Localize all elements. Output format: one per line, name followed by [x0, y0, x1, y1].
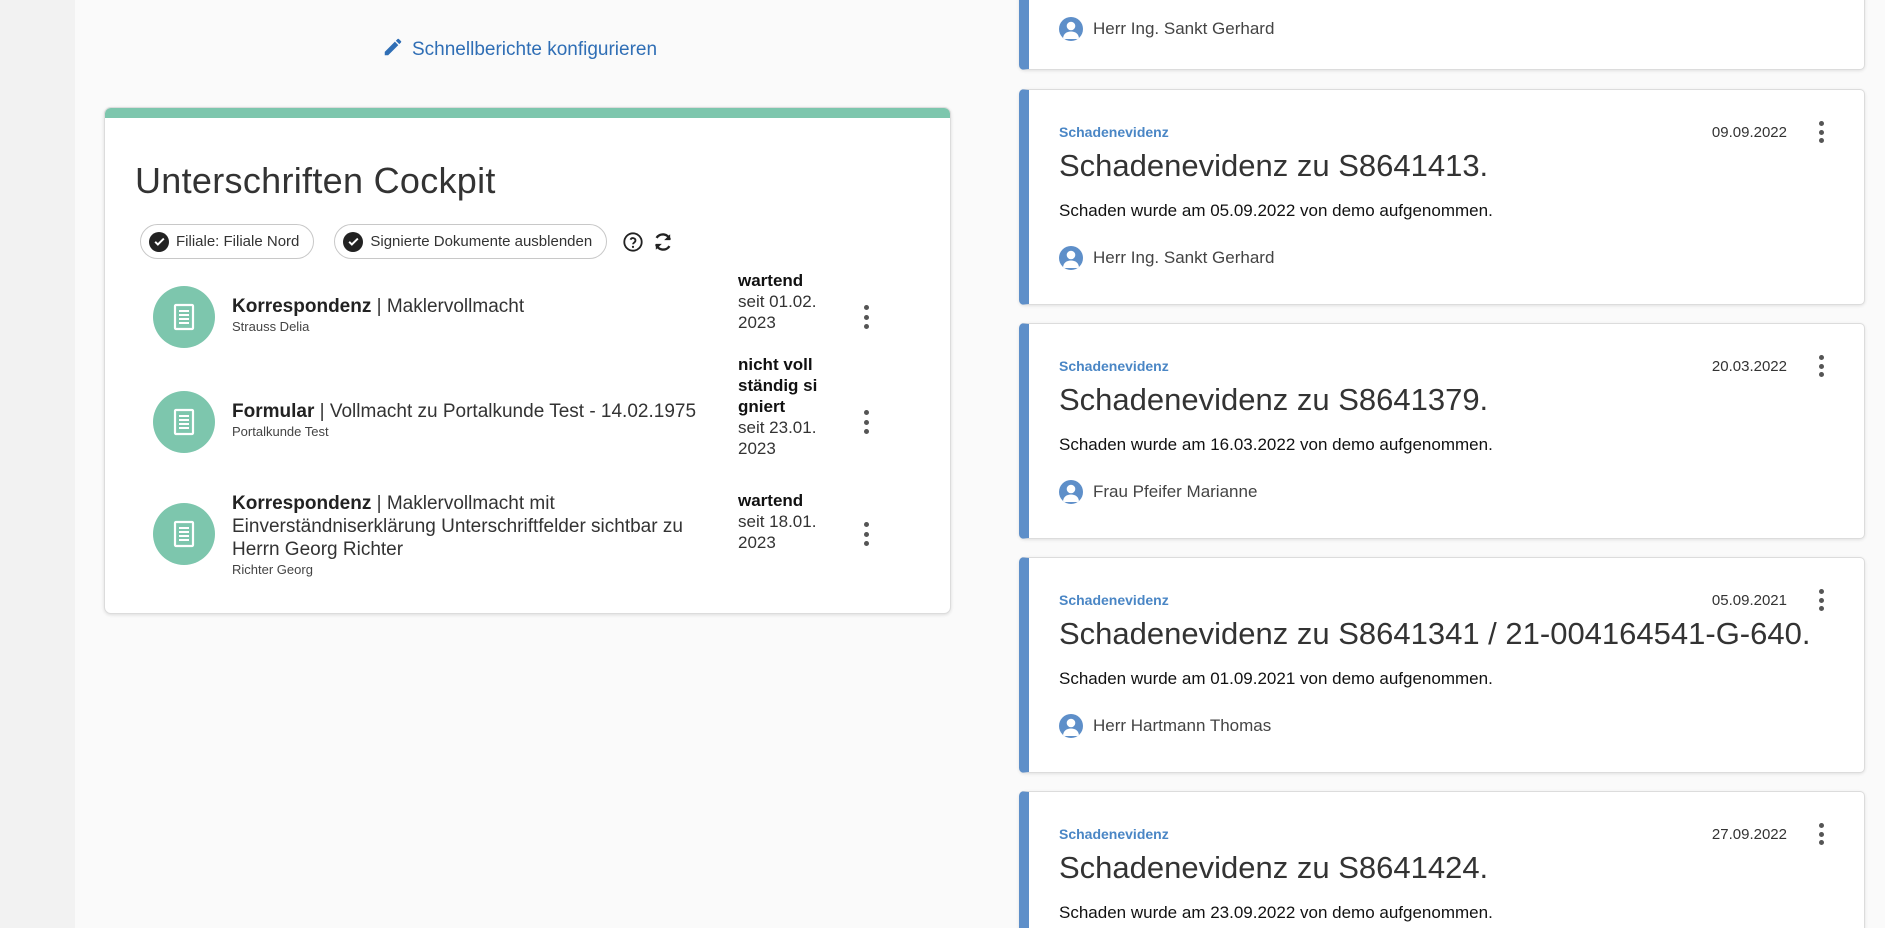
- document-icon: [153, 286, 215, 348]
- document-person: Richter Georg: [232, 562, 313, 577]
- person-icon: [1059, 246, 1083, 270]
- check-circle-icon: [149, 231, 169, 252]
- more-vert-icon: [1818, 589, 1824, 594]
- document-title: Korrespondenz | Maklervollmacht: [232, 296, 525, 317]
- card-more-button[interactable]: [1812, 820, 1830, 848]
- card-date: 09.09.2022: [1711, 124, 1787, 141]
- more-vert-icon: [863, 305, 869, 310]
- document-status: wartend seit 01.02.2023: [738, 270, 818, 333]
- document-status-label: wartend: [738, 491, 804, 510]
- filter-chip-hide-signed[interactable]: Signierte Dokumente ausblenden: [334, 224, 608, 259]
- document-icon: [153, 503, 215, 565]
- card-description: Schaden wurde am 01.09.2021 von demo auf…: [1059, 669, 1493, 688]
- document-title: Korrespondenz | Maklervollmacht mit Einv…: [232, 493, 683, 560]
- document-type: Korrespondenz: [232, 493, 372, 514]
- card-person: Herr Ing. Sankt Gerhard: [1059, 246, 1274, 270]
- document-name: Maklervollmacht: [386, 296, 525, 317]
- card-title: Schadenevidenz zu S8641413.: [1059, 148, 1489, 183]
- left-sidebar-strip: [0, 0, 75, 928]
- document-title: Formular | Vollmacht zu Portalkunde Test…: [232, 401, 697, 422]
- document-icon: [153, 391, 215, 453]
- person-icon: [1059, 17, 1083, 41]
- card-person-name: Herr Ing. Sankt Gerhard: [1093, 248, 1275, 267]
- document-more-button[interactable]: [856, 302, 876, 332]
- document-person: Portalkunde Test: [232, 424, 329, 439]
- filter-chip-label: Signierte Dokumente ausblenden: [370, 233, 593, 250]
- card-type: Schadenevidenz: [1059, 592, 1169, 608]
- document-status-since: seit 01.02.2023: [738, 292, 817, 332]
- card-person-name: Herr Hartmann Thomas: [1093, 716, 1272, 735]
- document-status-label: nicht vollständig signiert: [738, 355, 818, 416]
- card-person-name: Herr Ing. Sankt Gerhard: [1093, 19, 1275, 38]
- document-more-button[interactable]: [856, 407, 876, 437]
- document-info: Korrespondenz | Maklervollmacht Strauss …: [232, 295, 712, 334]
- more-vert-icon: [1818, 823, 1824, 828]
- card-description: Schaden wurde am 23.09.2022 von demo auf…: [1059, 903, 1493, 922]
- document-status-since: seit 18.01.2023: [738, 512, 817, 552]
- card-date: 20.03.2022: [1711, 358, 1787, 375]
- person-icon: [1059, 480, 1083, 504]
- cockpit-accent-bar: [105, 108, 950, 118]
- card-person-name: Frau Pfeifer Marianne: [1093, 482, 1258, 501]
- document-person: Strauss Delia: [232, 319, 310, 334]
- card-more-button[interactable]: [1812, 118, 1830, 146]
- feed-card[interactable]: Schadenevidenz 05.09.2021 Schadenevidenz…: [1019, 557, 1865, 773]
- card-description: Schaden wurde am 05.09.2022 von demo auf…: [1059, 201, 1493, 220]
- document-info: Korrespondenz | Maklervollmacht mit Einv…: [232, 492, 712, 577]
- card-type: Schadenevidenz: [1059, 124, 1169, 140]
- card-description: Schaden wurde am 16.03.2022 von demo auf…: [1059, 435, 1493, 454]
- document-status-label: wartend: [738, 271, 804, 290]
- card-date: 05.09.2021: [1711, 592, 1787, 609]
- help-circle-icon[interactable]: [621, 230, 645, 254]
- card-type: Schadenevidenz: [1059, 358, 1169, 374]
- feed-card[interactable]: Schadenevidenz 20.03.2022 Schadenevidenz…: [1019, 323, 1865, 539]
- document-type: Formular: [232, 401, 315, 422]
- more-vert-icon: [863, 410, 869, 415]
- feed-card[interactable]: Schadenevidenz 27.09.2022 Schadenevidenz…: [1019, 791, 1865, 928]
- document-name: Vollmacht zu Portalkunde Test - 14.02.19…: [329, 401, 697, 422]
- card-person: Frau Pfeifer Marianne: [1059, 480, 1257, 504]
- feed-card[interactable]: Schadenevidenz 09.09.2022 Schadenevidenz…: [1019, 89, 1865, 305]
- more-vert-icon: [1818, 355, 1824, 360]
- card-title: Schadenevidenz zu S8641379.: [1059, 382, 1489, 417]
- filter-chip-label: Filiale: Filiale Nord: [176, 233, 300, 250]
- document-more-button[interactable]: [856, 519, 876, 549]
- refresh-icon[interactable]: [651, 230, 675, 254]
- card-title: Schadenevidenz zu S8641424.: [1059, 850, 1489, 885]
- person-icon: [1059, 714, 1083, 738]
- card-person: Herr Ing. Sankt Gerhard: [1059, 17, 1274, 41]
- configure-quick-reports-link[interactable]: Schnellberichte konfigurieren: [382, 36, 657, 64]
- pencil-icon: [382, 36, 404, 64]
- document-type: Korrespondenz: [232, 296, 372, 317]
- document-status: wartend seit 18.01.2023: [738, 490, 818, 553]
- document-status: nicht vollständig signiert seit 23.01.20…: [738, 354, 818, 459]
- card-title: Schadenevidenz zu S8641341 / 21-00416454…: [1059, 616, 1811, 651]
- cockpit-title: Unterschriften Cockpit: [135, 160, 496, 201]
- card-type: Schadenevidenz: [1059, 826, 1169, 842]
- filter-chip-branch[interactable]: Filiale: Filiale Nord: [140, 224, 315, 259]
- feed-card-partial[interactable]: Herr Ing. Sankt Gerhard: [1019, 0, 1865, 70]
- card-date: 27.09.2022: [1711, 826, 1787, 843]
- signature-cockpit-card: Unterschriften Cockpit Filiale: Filiale …: [104, 107, 951, 614]
- check-circle-icon: [343, 231, 364, 252]
- cockpit-filter-bar: Filiale: Filiale Nord Signierte Dokument…: [140, 224, 675, 259]
- more-vert-icon: [1818, 121, 1824, 126]
- card-more-button[interactable]: [1812, 352, 1830, 380]
- card-person: Herr Hartmann Thomas: [1059, 714, 1271, 738]
- configure-quick-reports-label: Schnellberichte konfigurieren: [412, 39, 658, 60]
- more-vert-icon: [863, 522, 869, 527]
- document-status-since: seit 23.01.2023: [738, 418, 817, 458]
- document-info: Formular | Vollmacht zu Portalkunde Test…: [232, 400, 712, 439]
- card-more-button[interactable]: [1812, 586, 1830, 614]
